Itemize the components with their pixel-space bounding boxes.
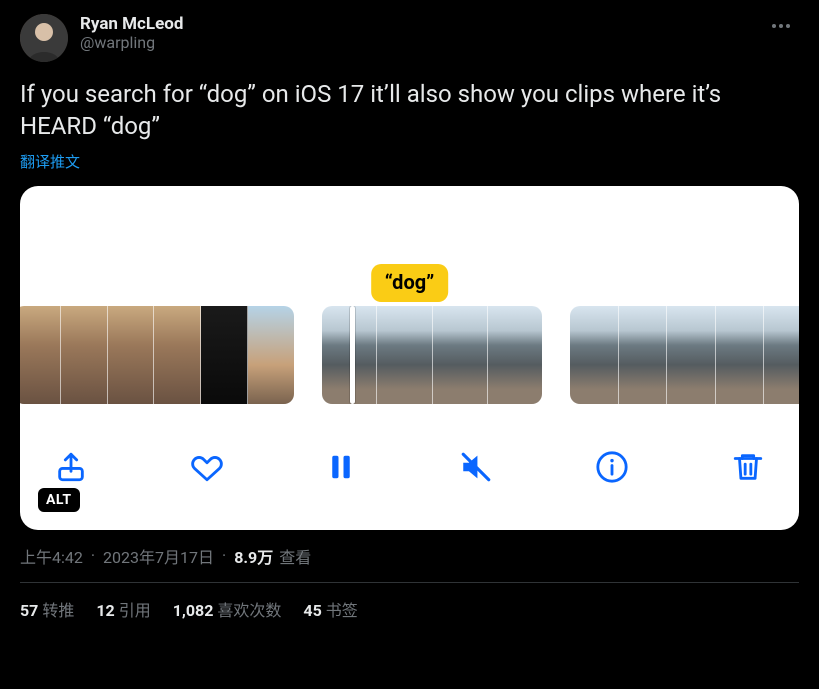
- thumbnail: [433, 306, 488, 404]
- mute-button[interactable]: [459, 450, 493, 484]
- thumbnail: [154, 306, 201, 404]
- tweet: Ryan McLeod @warpling If you search for …: [0, 0, 819, 631]
- thumbnail: [20, 306, 61, 404]
- pause-icon: [326, 452, 356, 482]
- trash-icon: [731, 450, 765, 484]
- media-card[interactable]: “dog”: [20, 186, 799, 530]
- bookmarks-count: 45: [303, 601, 321, 620]
- thumbnail: [201, 306, 248, 404]
- thumbnail: [108, 306, 155, 404]
- tweet-meta: 上午4:42 2023年7月17日 8.9万 查看: [20, 544, 799, 568]
- info-button[interactable]: [595, 450, 629, 484]
- views-label: 查看: [279, 544, 311, 568]
- separator-dot: [87, 546, 99, 565]
- tweet-text: If you search for “dog” on iOS 17 it’ll …: [20, 78, 799, 143]
- thumbnail: [61, 306, 108, 404]
- share-icon: [54, 450, 88, 484]
- quotes-count: 12: [96, 601, 114, 620]
- quotes-stat[interactable]: 12 引用: [96, 597, 150, 621]
- avatar[interactable]: [20, 14, 68, 62]
- thumbnail: [619, 306, 668, 404]
- info-icon: [595, 450, 629, 484]
- likes-stat[interactable]: 1,082喜欢次数: [173, 597, 282, 621]
- thumbnail: [667, 306, 716, 404]
- thumbnail: [248, 306, 294, 404]
- handle[interactable]: @warpling: [80, 33, 183, 52]
- thumbnail: [570, 306, 619, 404]
- speaker-muted-icon: [459, 450, 493, 484]
- retweets-count: 57: [20, 601, 38, 620]
- tweet-date[interactable]: 2023年7月17日: [103, 544, 214, 568]
- separator-dot: [218, 546, 230, 565]
- heart-icon: [190, 450, 224, 484]
- clip-group[interactable]: [570, 306, 799, 404]
- delete-button[interactable]: [731, 450, 765, 484]
- quotes-label: 引用: [119, 601, 151, 620]
- clip-group[interactable]: [20, 306, 294, 404]
- media-toolbar: [20, 404, 799, 530]
- bookmarks-label: 书签: [326, 601, 358, 620]
- alt-badge[interactable]: ALT: [38, 488, 80, 512]
- display-name[interactable]: Ryan McLeod: [80, 14, 183, 34]
- bookmarks-stat[interactable]: 45 书签: [303, 597, 357, 621]
- views-count: 8.9万: [234, 544, 273, 568]
- clip-group[interactable]: [322, 306, 542, 404]
- avatar-image: [20, 14, 68, 62]
- translate-link[interactable]: 翻译推文: [20, 151, 799, 172]
- likes-label: 喜欢次数: [217, 601, 281, 620]
- pause-button[interactable]: [326, 452, 356, 482]
- retweets-stat[interactable]: 57转推: [20, 597, 74, 621]
- thumbnail: [716, 306, 765, 404]
- playhead[interactable]: [350, 306, 355, 404]
- thumbnail: [488, 306, 542, 404]
- share-button[interactable]: [54, 450, 88, 484]
- media-upper-area: “dog”: [20, 186, 799, 306]
- author-names: Ryan McLeod @warpling: [80, 14, 183, 52]
- likes-count: 1,082: [173, 601, 214, 620]
- thumbnail: [764, 306, 799, 404]
- more-icon: [769, 14, 793, 38]
- video-timeline[interactable]: [20, 306, 799, 404]
- tweet-time[interactable]: 上午4:42: [20, 544, 83, 568]
- tweet-stats: 57转推 12 引用 1,082喜欢次数 45 书签: [20, 583, 799, 621]
- thumbnail: [377, 306, 432, 404]
- tweet-header: Ryan McLeod @warpling: [20, 14, 799, 62]
- like-button[interactable]: [190, 450, 224, 484]
- more-button[interactable]: [763, 8, 799, 44]
- retweets-label: 转推: [42, 601, 74, 620]
- caption-bubble: “dog”: [371, 264, 449, 302]
